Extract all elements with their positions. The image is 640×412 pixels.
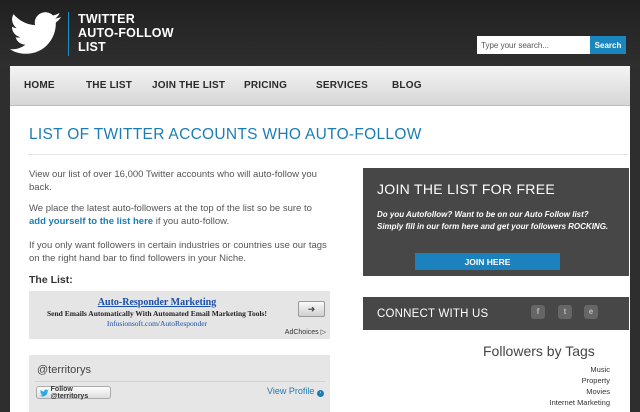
add-yourself-link[interactable]: add yourself to the list here — [29, 216, 153, 227]
site-header: TWITTER AUTO-FOLLOW LIST Search — [0, 0, 640, 66]
chevron-right-icon: › — [316, 390, 324, 397]
tag-link[interactable]: Movies — [586, 387, 610, 396]
logo-divider — [68, 12, 69, 56]
adchoices-link[interactable]: AdChoices ▷ — [285, 328, 326, 336]
search-input[interactable] — [477, 36, 590, 54]
nav-item-blog[interactable]: BLOG — [392, 80, 422, 91]
page-title: LIST OF TWITTER ACCOUNTS WHO AUTO-FOLLOW — [29, 126, 422, 143]
join-panel-title: JOIN THE LIST FOR FREE — [377, 181, 555, 197]
list-heading: The List: — [29, 274, 73, 286]
tags-hint-paragraph: If you only want followers in certain in… — [29, 240, 327, 264]
twitter-bird-logo-icon[interactable] — [10, 11, 62, 55]
ad-description: Send Emails Automatically With Automated… — [47, 309, 267, 318]
profile-handle: @territorys — [37, 364, 91, 376]
logo-line-2: AUTO-FOLLOW — [78, 26, 174, 40]
profile-card: @territorys Follow @territorys View Prof… — [29, 355, 330, 412]
join-here-button[interactable]: JOIN HERE — [415, 253, 560, 270]
nav-item-services[interactable]: SERVICES — [316, 80, 368, 91]
email-icon[interactable]: e — [584, 305, 598, 319]
nav-item-the-list[interactable]: THE LIST — [86, 80, 132, 91]
nav-item-join-the-list[interactable]: JOIN THE LIST — [152, 80, 225, 91]
ad-url-link[interactable]: Infusionsoft.com/AutoResponder — [29, 319, 285, 328]
intro-paragraph: View our list of over 16,000 Twitter acc… — [29, 169, 317, 193]
adchoices-label: AdChoices — [284, 329, 319, 336]
tag-link[interactable]: Internet Marketing — [550, 398, 610, 407]
ad-title-link[interactable]: Auto-Responder Marketing — [29, 297, 285, 308]
title-divider — [28, 154, 628, 155]
twitter-bird-icon — [40, 389, 49, 396]
profile-divider — [35, 381, 325, 382]
search-button[interactable]: Search — [590, 36, 626, 54]
nav-item-home[interactable]: HOME — [24, 80, 55, 91]
tag-link[interactable]: Property — [582, 376, 610, 385]
latest-text-before: We place the latest auto-followers at th… — [29, 203, 312, 214]
latest-paragraph: We place the latest auto-followers at th… — [29, 202, 329, 228]
ad-arrow-button[interactable]: ➜ — [298, 301, 325, 317]
adchoices-icon: ▷ — [320, 329, 326, 336]
connect-panel-title: CONNECT WITH US — [377, 308, 489, 320]
main-nav: HOME THE LIST JOIN THE LIST PRICING SERV… — [10, 66, 630, 106]
follow-button-label: Follow @territorys — [50, 385, 89, 400]
connect-panel: CONNECT WITH US f t e — [363, 297, 629, 330]
join-panel-text: Do you Autofollow? Want to be on our Aut… — [377, 210, 609, 231]
view-profile-label: View Profile — [267, 386, 315, 396]
site-logo-text[interactable]: TWITTER AUTO-FOLLOW LIST — [78, 12, 174, 54]
latest-text-after: if you auto-follow. — [153, 216, 230, 227]
logo-line-1: TWITTER — [78, 12, 135, 26]
follow-button[interactable]: Follow @territorys — [36, 385, 111, 400]
twitter-icon[interactable]: t — [558, 305, 572, 319]
main-content: LIST OF TWITTER ACCOUNTS WHO AUTO-FOLLOW… — [10, 106, 630, 412]
view-profile-link[interactable]: View Profile › — [267, 386, 324, 397]
ad-banner[interactable]: Auto-Responder Marketing Send Emails Aut… — [29, 291, 330, 339]
nav-item-pricing[interactable]: PRICING — [244, 80, 287, 91]
arrow-right-icon: ➜ — [307, 303, 316, 314]
logo-line-3: LIST — [78, 40, 106, 54]
tag-link[interactable]: Music — [590, 365, 610, 374]
join-panel: JOIN THE LIST FOR FREE Do you Autofollow… — [363, 168, 629, 276]
facebook-icon[interactable]: f — [531, 305, 545, 319]
tags-heading: Followers by Tags — [483, 343, 595, 359]
